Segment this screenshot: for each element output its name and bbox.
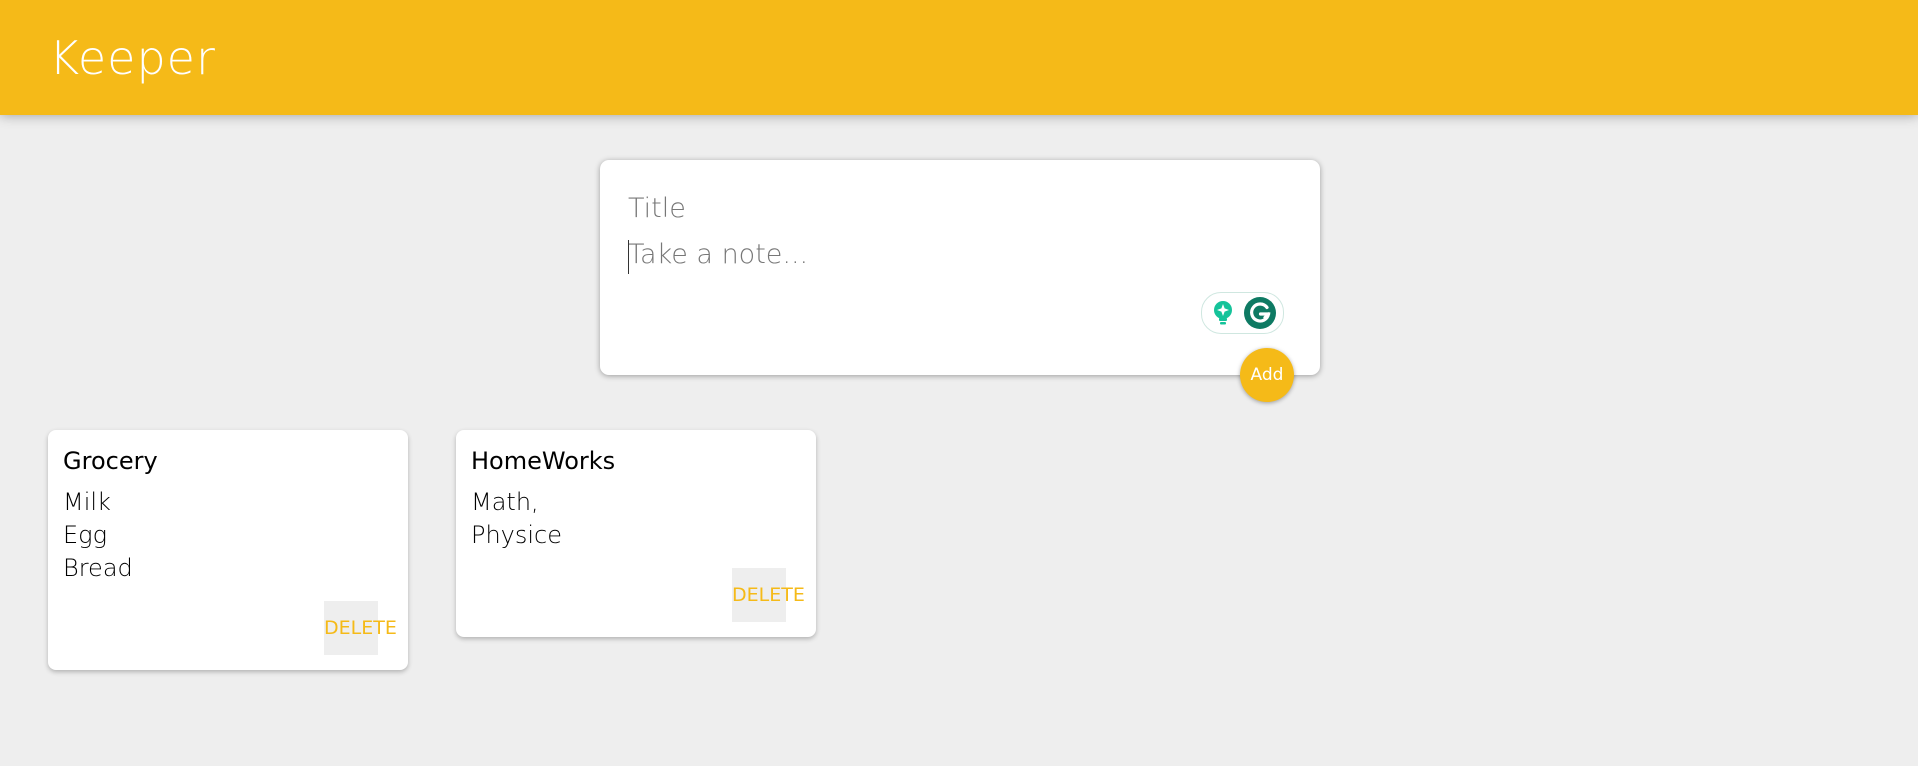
app-title: Keeper [49,31,216,85]
note-title-input[interactable] [628,188,1288,228]
delete-note-button[interactable]: DELETE [324,601,397,655]
add-note-button[interactable]: Add [1240,348,1294,402]
note-card: HomeWorks Math, Physice DELETE [456,430,816,637]
note-content: Milk Egg Bread [63,488,133,582]
delete-note-button[interactable]: DELETE [732,568,805,622]
app-header: Keeper [0,0,1918,115]
note-title: HomeWorks [471,447,616,475]
grammarly-lightbulb-icon[interactable] [1209,299,1237,327]
grammarly-logo-icon[interactable] [1244,297,1276,329]
note-content: Math, Physice [471,488,563,549]
note-content-textarea[interactable] [628,236,1288,336]
note-title: Grocery [63,447,158,475]
note-card: Grocery Milk Egg Bread DELETE [48,430,408,670]
create-note-form [600,160,1320,375]
grammarly-widget[interactable] [1201,292,1284,334]
text-cursor [628,240,629,274]
